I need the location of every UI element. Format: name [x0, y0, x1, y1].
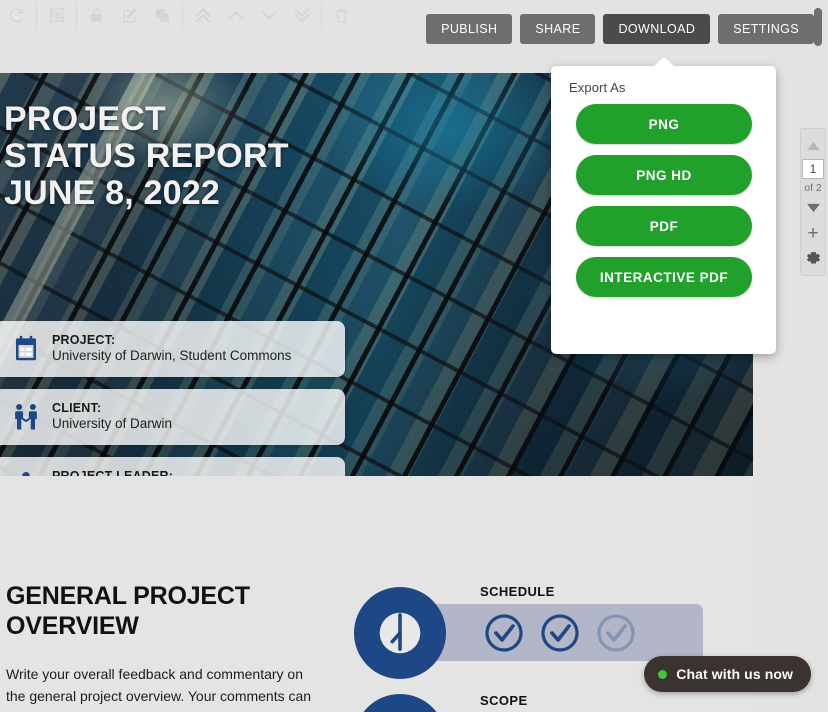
- app-root: PUBLISH SHARE DOWNLOAD SETTINGS Export A…: [0, 0, 828, 712]
- clock-icon: [354, 587, 446, 679]
- check-circle-filled-icon[interactable]: [484, 613, 524, 653]
- send-to-back-icon[interactable]: [285, 0, 318, 30]
- top-toolbar: PUBLISH SHARE DOWNLOAD SETTINGS: [0, 0, 828, 58]
- page-total-label: of 2: [804, 182, 822, 194]
- trash-icon[interactable]: [325, 0, 358, 30]
- info-card-text: CLIENT: University of Darwin: [52, 401, 172, 434]
- export-dropdown: Export As PNG PNG HD PDF INTERACTIVE PDF: [551, 66, 776, 354]
- report-title-line-1: PROJECT: [4, 101, 289, 138]
- chat-widget-button[interactable]: Chat with us now: [644, 656, 811, 692]
- top-action-buttons: PUBLISH SHARE DOWNLOAD SETTINGS: [426, 14, 814, 44]
- info-card-client[interactable]: CLIENT: University of Darwin: [0, 389, 345, 445]
- overview-heading[interactable]: GENERAL PROJECT OVERVIEW: [6, 581, 306, 641]
- toolbar-divider: [321, 2, 322, 28]
- lock-icon[interactable]: [80, 0, 113, 30]
- report-title: PROJECT STATUS REPORT JUNE 8, 2022: [4, 101, 289, 212]
- export-png-button[interactable]: PNG: [576, 104, 752, 144]
- page-up-icon[interactable]: [806, 135, 821, 157]
- redo-icon[interactable]: [0, 0, 33, 30]
- check-circle-filled-icon[interactable]: [540, 613, 580, 653]
- export-png-hd-button[interactable]: PNG HD: [576, 155, 752, 195]
- metric-label-scope: SCOPE: [480, 693, 528, 708]
- report-title-line-3: JUNE 8, 2022: [4, 175, 289, 212]
- toolbar-divider: [76, 2, 77, 28]
- people-handshake-icon: [0, 389, 52, 445]
- report-title-line-2: STATUS REPORT: [4, 138, 289, 175]
- info-card-label: PROJECT LEADER:: [52, 469, 291, 476]
- publish-button[interactable]: PUBLISH: [426, 14, 512, 44]
- gear-icon[interactable]: [805, 250, 822, 267]
- edit-icon[interactable]: [113, 0, 146, 30]
- vertical-scrollbar-thumb[interactable]: [814, 8, 822, 46]
- overview-paragraph-1[interactable]: Write your overall feedback and commenta…: [6, 663, 318, 712]
- chat-widget-label: Chat with us now: [676, 666, 793, 682]
- info-card-label: PROJECT:: [52, 333, 291, 349]
- info-card-project[interactable]: PROJECT: University of Darwin, Student C…: [0, 321, 345, 377]
- export-options-list: PNG PNG HD PDF INTERACTIVE PDF: [576, 104, 752, 297]
- metric-label-schedule: SCHEDULE: [480, 584, 555, 599]
- toolbar-divider: [36, 2, 37, 28]
- bring-to-front-icon[interactable]: [186, 0, 219, 30]
- target-icon: [354, 694, 446, 712]
- group-frame-icon[interactable]: [40, 0, 73, 30]
- info-card-text: PROJECT: University of Darwin, Student C…: [52, 333, 291, 366]
- add-page-button[interactable]: +: [807, 224, 818, 244]
- metric-checks-schedule: [484, 604, 636, 661]
- project-info-cards: PROJECT: University of Darwin, Student C…: [0, 321, 345, 476]
- duplicate-icon[interactable]: [146, 0, 179, 30]
- info-card-value: University of Darwin: [52, 416, 172, 433]
- share-button[interactable]: SHARE: [520, 14, 595, 44]
- settings-button[interactable]: SETTINGS: [718, 14, 814, 44]
- page-down-icon[interactable]: [806, 196, 821, 218]
- export-pdf-button[interactable]: PDF: [576, 206, 752, 246]
- chat-status-dot-icon: [658, 670, 667, 679]
- podium-speaker-icon: [0, 457, 52, 476]
- send-backward-icon[interactable]: [252, 0, 285, 30]
- download-button[interactable]: DOWNLOAD: [603, 14, 710, 44]
- current-page-input[interactable]: 1: [802, 159, 824, 179]
- page-navigator: 1 of 2 +: [800, 128, 826, 276]
- info-card-project-leader[interactable]: PROJECT LEADER: University of Darwin, St…: [0, 457, 345, 476]
- editor-tool-icons: [0, 0, 358, 30]
- info-card-label: CLIENT:: [52, 401, 172, 417]
- check-circle-empty-icon[interactable]: [596, 613, 636, 653]
- info-card-value: University of Darwin, Student Commons: [52, 348, 291, 365]
- bring-forward-icon[interactable]: [219, 0, 252, 30]
- export-interactive-pdf-button[interactable]: INTERACTIVE PDF: [576, 257, 752, 297]
- info-card-text: PROJECT LEADER: University of Darwin, St…: [52, 469, 291, 476]
- export-dropdown-title: Export As: [569, 80, 626, 95]
- calendar-icon: [0, 321, 52, 377]
- toolbar-divider: [182, 2, 183, 28]
- document-body: GENERAL PROJECT OVERVIEW Write your over…: [0, 476, 753, 712]
